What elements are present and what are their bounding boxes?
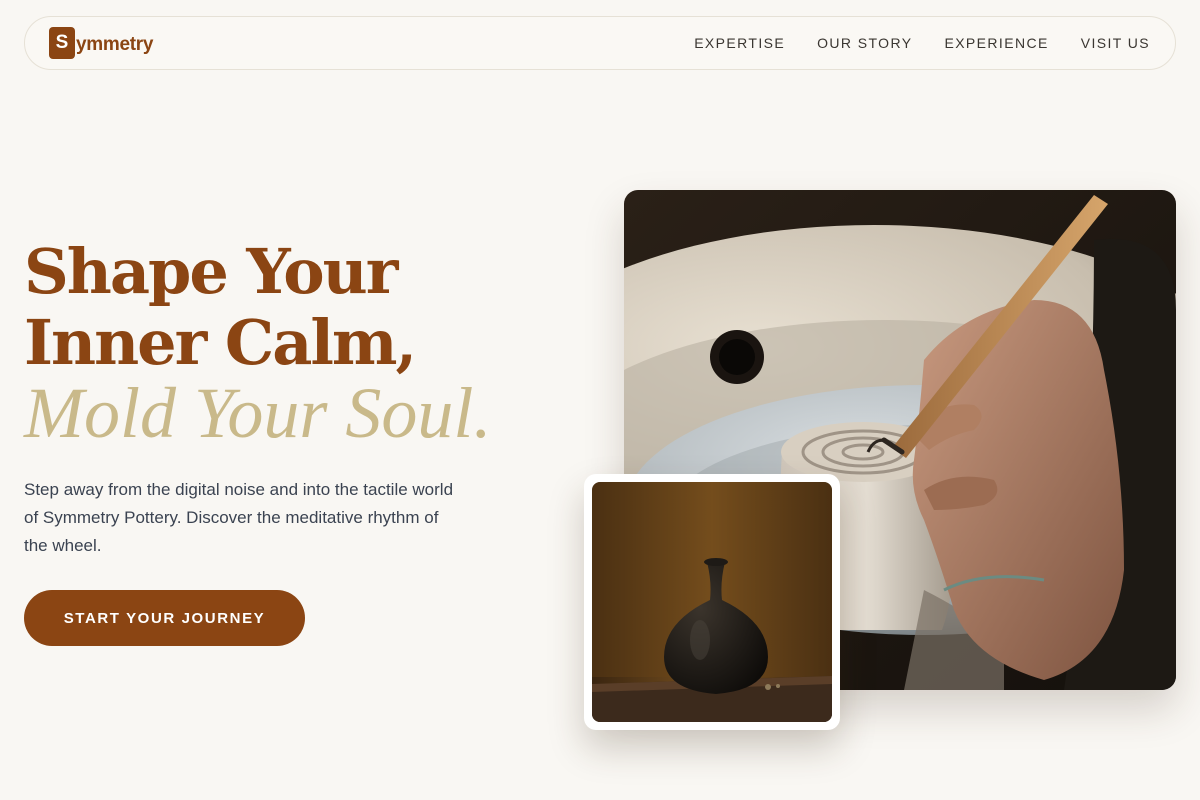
logo-mark: S bbox=[49, 27, 75, 59]
start-journey-button[interactable]: START YOUR JOURNEY bbox=[24, 590, 305, 646]
nav-link-expertise[interactable]: EXPERTISE bbox=[694, 35, 785, 51]
vase-photo bbox=[592, 482, 832, 722]
nav-link-experience[interactable]: EXPERIENCE bbox=[944, 35, 1048, 51]
nav-link-our-story[interactable]: OUR STORY bbox=[817, 35, 912, 51]
headline-line-2: Inner Calm, bbox=[24, 306, 417, 379]
vase-photo-card bbox=[584, 474, 840, 730]
logo-wordmark: ymmetry bbox=[76, 33, 154, 55]
headline-accent: Mold Your Soul. bbox=[24, 373, 492, 453]
headline-line-1: Shape Your bbox=[24, 235, 398, 308]
hero-headline: Shape Your Inner Calm, Mold Your Soul. bbox=[24, 236, 491, 449]
main-nav: EXPERTISE OUR STORY EXPERIENCE VISIT US bbox=[694, 35, 1151, 51]
hero-description: Step away from the digital noise and int… bbox=[24, 480, 454, 555]
nav-link-visit-us[interactable]: VISIT US bbox=[1081, 35, 1150, 51]
logo[interactable]: S ymmetry bbox=[49, 27, 153, 59]
site-header: S ymmetry EXPERTISE OUR STORY EXPERIENCE… bbox=[24, 16, 1176, 70]
vase-illustration bbox=[592, 482, 832, 722]
